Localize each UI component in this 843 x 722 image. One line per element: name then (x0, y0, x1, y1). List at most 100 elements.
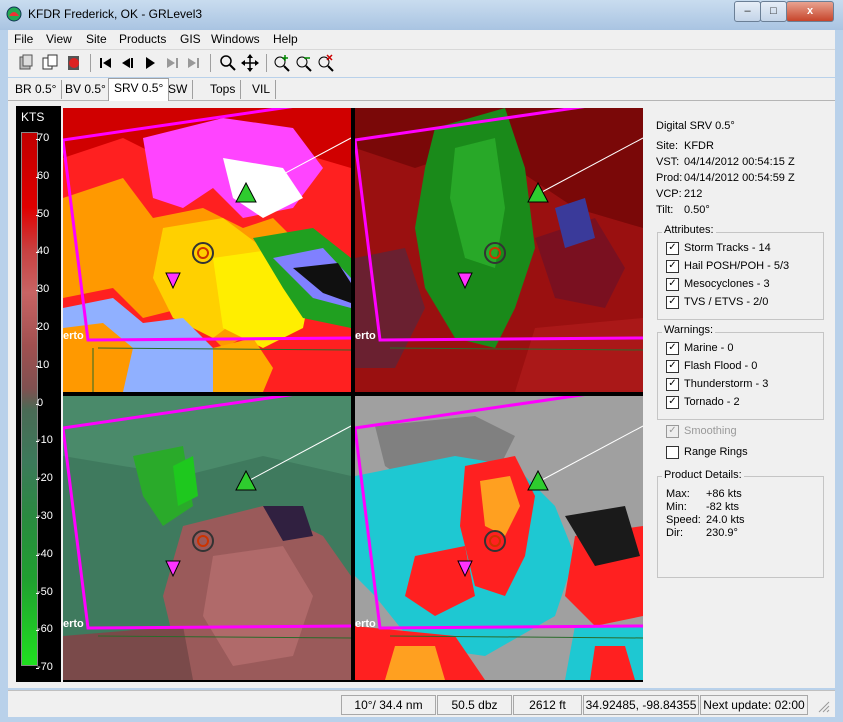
legend-tick (36, 252, 39, 254)
legend-value: -40 (37, 547, 53, 560)
product-details-title: Product Details: (662, 469, 744, 481)
menu-products[interactable]: Products (119, 32, 166, 46)
thunderstorm-checkbox[interactable]: ✓ (666, 378, 679, 391)
hail-checkbox[interactable]: ✓ (666, 260, 679, 273)
tab-tops[interactable]: Tops (205, 80, 242, 99)
marine-checkbox[interactable]: ✓ (666, 342, 679, 355)
legend-value: -70 (37, 661, 53, 674)
status-next-update: Next update: 02:00 (700, 695, 808, 715)
dir-value: 230.9° (706, 527, 738, 539)
minimize-button[interactable]: – (734, 1, 761, 22)
tvs-checkbox[interactable]: ✓ (666, 296, 679, 309)
attributes-title: Attributes: (662, 224, 716, 236)
radar-pane-bv[interactable]: erto (355, 108, 643, 392)
status-reflectivity: 50.5 dbz (437, 695, 512, 715)
legend-value: 10 (37, 358, 50, 371)
zoom-in-icon[interactable] (272, 53, 292, 73)
previous-frame-icon[interactable] (118, 53, 138, 73)
legend-unit: KTS (21, 110, 45, 124)
menu-gis[interactable]: GIS (180, 32, 201, 46)
radar-pane-sw[interactable]: erto (355, 396, 643, 680)
mesocyclones-checkbox[interactable]: ✓ (666, 278, 679, 291)
legend-tick (36, 554, 39, 556)
maximize-button[interactable]: □ (760, 1, 787, 22)
tornado-label: Tornado - 2 (684, 396, 740, 408)
pane-place-label: erto (355, 330, 376, 342)
tab-sw[interactable]: SW (163, 80, 194, 99)
tilt-value: 0.50° (684, 204, 710, 216)
legend-tick (36, 517, 39, 518)
radar-display[interactable]: erto erto erto erto (63, 108, 643, 682)
pane-place-label: erto (63, 618, 84, 630)
status-height: 2612 ft (513, 695, 582, 715)
storm-tracks-checkbox[interactable]: ✓ (666, 242, 679, 255)
menu-site[interactable]: Site (86, 32, 107, 46)
pan-icon[interactable] (240, 53, 260, 73)
legend-value: 70 (37, 132, 50, 144)
min-value: -82 kts (706, 501, 740, 513)
close-button[interactable]: x (786, 1, 834, 22)
radar-pane-srv[interactable]: erto (63, 108, 351, 392)
legend-tick (36, 176, 39, 178)
flash-flood-checkbox[interactable]: ✓ (666, 360, 679, 373)
min-label: Min: (666, 501, 687, 513)
first-frame-icon[interactable] (96, 53, 116, 73)
tab-vil[interactable]: VIL (247, 80, 277, 99)
max-value: +86 kts (706, 488, 742, 500)
title-bar[interactable]: KFDR Frederick, OK - GRLevel3 – □ x (0, 0, 843, 30)
tilt-label: Tilt: (656, 204, 674, 216)
site-value: KFDR (684, 140, 714, 152)
last-frame-icon[interactable] (184, 53, 204, 73)
info-panel: Digital SRV 0.5° Site: KFDR VST: 04/14/2… (650, 108, 830, 682)
legend-value: 20 (37, 321, 50, 333)
menu-view[interactable]: View (46, 32, 72, 46)
play-icon[interactable] (140, 53, 160, 73)
speed-label: Speed: (666, 514, 701, 526)
legend-value: 50 (37, 207, 50, 220)
legend-tick (36, 290, 39, 292)
site-label: Site: (656, 140, 679, 152)
status-latlon: 34.92485, -98.84355 (583, 695, 699, 715)
menu-bar: File View Site Products GIS Windows Help (8, 30, 835, 50)
next-frame-icon[interactable] (162, 53, 182, 73)
tab-bv[interactable]: BV 0.5° (60, 80, 112, 99)
product-name: Digital SRV 0.5° (656, 120, 735, 132)
legend-value: 40 (37, 245, 50, 258)
legend-value: 30 (37, 283, 50, 296)
legend-value: 60 (37, 169, 50, 182)
range-rings-checkbox[interactable] (666, 446, 679, 459)
zoom-reset-icon[interactable] (316, 53, 336, 73)
exit-icon[interactable] (64, 53, 84, 73)
tab-br[interactable]: BR 0.5° (10, 80, 63, 99)
menu-help[interactable]: Help (273, 32, 298, 46)
marine-label: Marine - 0 (684, 342, 734, 354)
legend-tick (36, 139, 39, 140)
smoothing-checkbox[interactable]: ✓ (666, 425, 679, 438)
zoom-icon[interactable] (218, 53, 238, 73)
flash-flood-label: Flash Flood - 0 (684, 360, 758, 372)
smoothing-label: Smoothing (684, 425, 737, 437)
vcp-value: 212 (684, 188, 703, 200)
menu-file[interactable]: File (14, 32, 33, 46)
radar-pane-srv-muted[interactable]: erto (63, 396, 351, 680)
range-rings-label: Range Rings (684, 446, 748, 458)
vst-value: 04/14/2012 00:54:15 Z (684, 156, 795, 168)
tab-srv[interactable]: SRV 0.5° (108, 78, 170, 101)
menu-windows[interactable]: Windows (211, 32, 260, 46)
prod-value: 04/14/2012 00:54:59 Z (684, 172, 795, 184)
warnings-group (657, 332, 824, 420)
toolbar (8, 50, 835, 77)
storm-tracks-label: Storm Tracks - 14 (684, 242, 771, 254)
legend-value: -10 (37, 434, 53, 447)
legend-tick (36, 328, 39, 329)
vst-label: VST: (656, 156, 680, 168)
copy-all-icon[interactable] (40, 53, 60, 73)
tornado-checkbox[interactable]: ✓ (666, 396, 679, 409)
zoom-out-icon[interactable] (294, 53, 314, 73)
pane-place-label: erto (355, 618, 376, 630)
resize-grip-icon[interactable] (818, 701, 830, 713)
legend-tick (36, 365, 39, 367)
legend-colorbar (21, 132, 38, 666)
legend-tick (36, 214, 39, 216)
copy-icon[interactable] (16, 53, 36, 73)
